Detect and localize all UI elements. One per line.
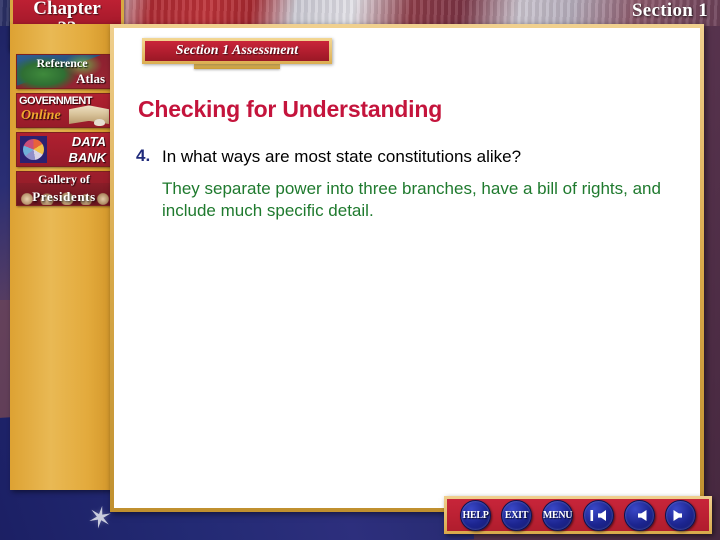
help-button-label: HELP xyxy=(462,509,489,521)
answer-text: They separate power into three branches,… xyxy=(162,179,661,221)
section-label: Section 1 xyxy=(631,0,708,21)
assessment-banner-label: Section 1 Assessment xyxy=(175,43,299,58)
menu-button[interactable]: MENU xyxy=(542,499,573,531)
arrow-left-bar-icon xyxy=(590,509,606,521)
content-panel: Section 1 Assessment Checking for Unders… xyxy=(114,28,700,508)
exit-button[interactable]: EXIT xyxy=(501,499,532,531)
government-online-line2: Online xyxy=(21,108,61,123)
navigation-bar: HELP EXIT MENU xyxy=(444,496,712,534)
reference-atlas-line1: Reference xyxy=(36,56,88,70)
government-online-line1: GOVERNMENT xyxy=(19,95,92,107)
sidebar-item-gallery-of-presidents[interactable]: Gallery of Presidents xyxy=(16,171,112,206)
question-text: In what ways are most state constitution… xyxy=(162,147,522,166)
data-bank-line2: BANK xyxy=(68,150,106,165)
assessment-banner: Section 1 Assessment xyxy=(142,38,332,64)
arrow-left-icon xyxy=(638,509,647,521)
page-title: Checking for Understanding xyxy=(138,96,443,122)
sidebar-item-government-online[interactable]: GOVERNMENT Online xyxy=(16,93,112,128)
gallery-of-presidents-line2: Presidents xyxy=(32,189,96,204)
exit-button-label: EXIT xyxy=(504,509,529,521)
assessment-banner-tab xyxy=(194,64,280,69)
chapter-word: Chapter xyxy=(33,0,101,20)
menu-button-label: MENU xyxy=(542,509,573,521)
next-slide-button[interactable] xyxy=(665,499,696,531)
content-frame: Section 1 Assessment Checking for Unders… xyxy=(110,24,704,512)
question-row: 4. In what ways are most state constitut… xyxy=(136,146,696,167)
previous-slide-button[interactable] xyxy=(624,499,655,531)
gallery-of-presidents-line1: Gallery of xyxy=(38,172,90,186)
presentation-slide: ✶ ✶ ✶ ✶ ✶ Chapter 23 Section 1 Reference… xyxy=(0,0,720,540)
data-bank-line1: DATA xyxy=(71,134,106,149)
pie-chart-icon xyxy=(20,136,47,163)
reference-atlas-line2: Atlas xyxy=(76,71,105,86)
help-button[interactable]: HELP xyxy=(460,499,491,531)
sidebar: Reference Atlas GOVERNMENT Online DATA B… xyxy=(10,24,118,490)
arrow-right-icon xyxy=(673,509,682,521)
sidebar-item-reference-atlas[interactable]: Reference Atlas xyxy=(16,54,112,89)
question-number: 4. xyxy=(136,146,151,165)
sidebar-item-data-bank[interactable]: DATA BANK xyxy=(16,132,112,167)
computer-mouse-icon xyxy=(94,119,105,126)
first-slide-button[interactable] xyxy=(583,499,614,531)
